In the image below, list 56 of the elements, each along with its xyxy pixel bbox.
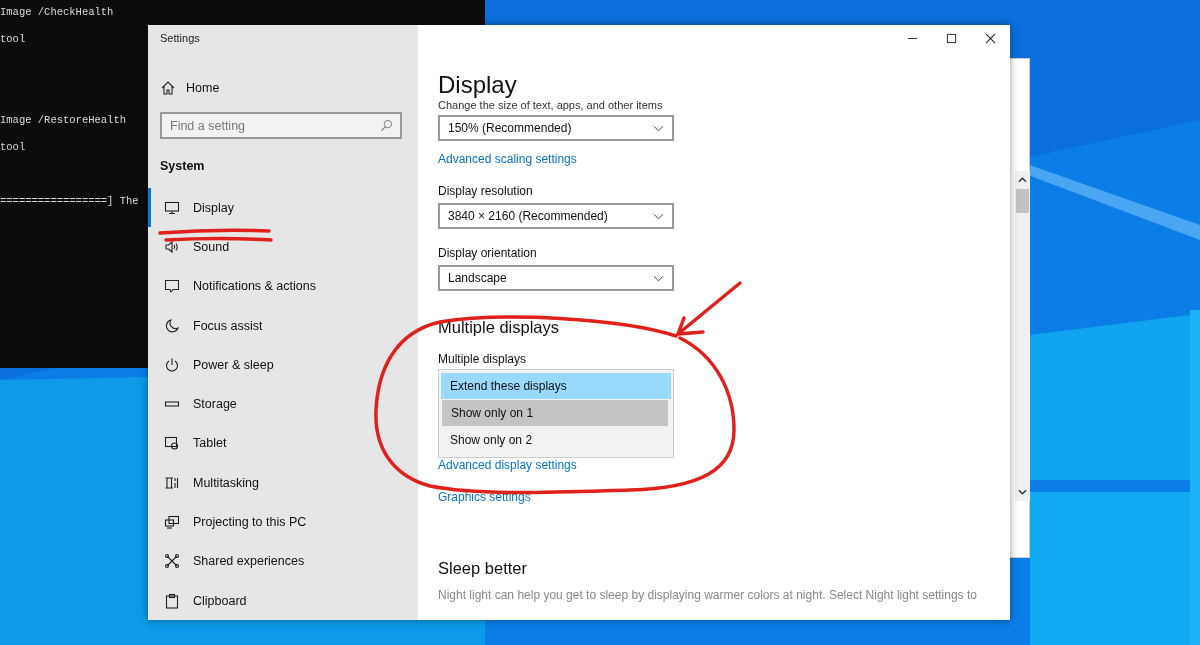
field-label: Display resolution bbox=[438, 184, 533, 199]
section-heading: Multiple displays bbox=[438, 317, 560, 337]
scaling-link[interactable]: Advanced scaling settings bbox=[438, 152, 577, 167]
field-label: Multiple displays bbox=[438, 352, 527, 367]
scroll-thumb[interactable] bbox=[1016, 189, 1029, 213]
resolution-dropdown[interactable]: 3840 × 2160 (Recommended) bbox=[438, 203, 674, 229]
sidebar-item[interactable]: Notifications & actions bbox=[148, 266, 418, 306]
monitor-icon bbox=[164, 199, 180, 216]
dropdown-option[interactable]: Extend these displays bbox=[441, 373, 671, 399]
chevron-down-icon bbox=[653, 274, 664, 282]
sidebar-item[interactable]: Power & sleep bbox=[148, 345, 418, 385]
sidebar-item[interactable]: Projecting to this PC bbox=[148, 502, 418, 542]
dropdown-option[interactable]: Show only on 2 bbox=[441, 427, 671, 453]
home-icon bbox=[160, 80, 176, 96]
orientation-dropdown[interactable]: Landscape bbox=[438, 265, 674, 291]
search-icon bbox=[380, 119, 393, 132]
field-label: Change the size of text, apps, and other items bbox=[438, 99, 663, 111]
sidebar-item[interactable]: Shared experiences bbox=[148, 541, 418, 581]
console-text: =================] The bbox=[0, 195, 139, 207]
speech-bubble-icon bbox=[164, 278, 180, 295]
sidebar-item[interactable]: Clipboard bbox=[148, 580, 418, 620]
field-label: Display orientation bbox=[438, 246, 537, 261]
console-text: Image /RestoreHealth bbox=[0, 114, 127, 126]
search-field[interactable]: Find a setting bbox=[160, 112, 402, 139]
sidebar-item[interactable]: Multitasking bbox=[148, 463, 418, 503]
page-title: Display bbox=[438, 71, 517, 99]
speaker-icon bbox=[164, 238, 180, 255]
scroll-up-icon[interactable] bbox=[1018, 177, 1027, 183]
moon-icon bbox=[164, 317, 180, 334]
sidebar-item[interactable]: Sound bbox=[148, 227, 418, 267]
sidebar-item[interactable]: Storage bbox=[148, 384, 418, 424]
clipboard-icon bbox=[164, 592, 180, 609]
power-icon bbox=[164, 356, 180, 373]
display-settings-link[interactable]: Advanced display settings bbox=[438, 458, 577, 473]
dropdown-option[interactable]: Show only on 1 bbox=[442, 400, 668, 426]
tablet-icon bbox=[164, 435, 180, 452]
description-text: Night light can help you get to sleep by displaying warmer colors at night. Select Night light settings to bbox=[438, 588, 977, 602]
home-link[interactable]: Home bbox=[160, 80, 220, 96]
section-heading: Sleep better bbox=[438, 558, 527, 578]
window-title: Settings bbox=[160, 32, 201, 46]
scrollbar[interactable] bbox=[1015, 171, 1030, 501]
chevron-down-icon bbox=[653, 212, 664, 220]
console-text: Image /CheckHealth bbox=[0, 6, 114, 18]
scale-dropdown[interactable]: 150% (Recommended) bbox=[438, 115, 674, 141]
arrow-drawing bbox=[676, 281, 742, 336]
console-text: tool bbox=[0, 141, 26, 153]
projector-screens-icon bbox=[164, 514, 180, 530]
sidebar-item[interactable]: Focus assist bbox=[148, 305, 418, 346]
shared-nodes-icon bbox=[164, 553, 180, 570]
sidebar-item[interactable]: Tablet bbox=[148, 423, 418, 464]
console-text: tool bbox=[0, 33, 26, 45]
section-heading: System bbox=[160, 159, 206, 175]
scroll-down-icon[interactable] bbox=[1018, 489, 1027, 495]
chevron-down-icon bbox=[653, 124, 664, 132]
graphics-settings-link[interactable]: Graphics settings bbox=[438, 490, 531, 505]
multitasking-icon bbox=[164, 474, 180, 491]
